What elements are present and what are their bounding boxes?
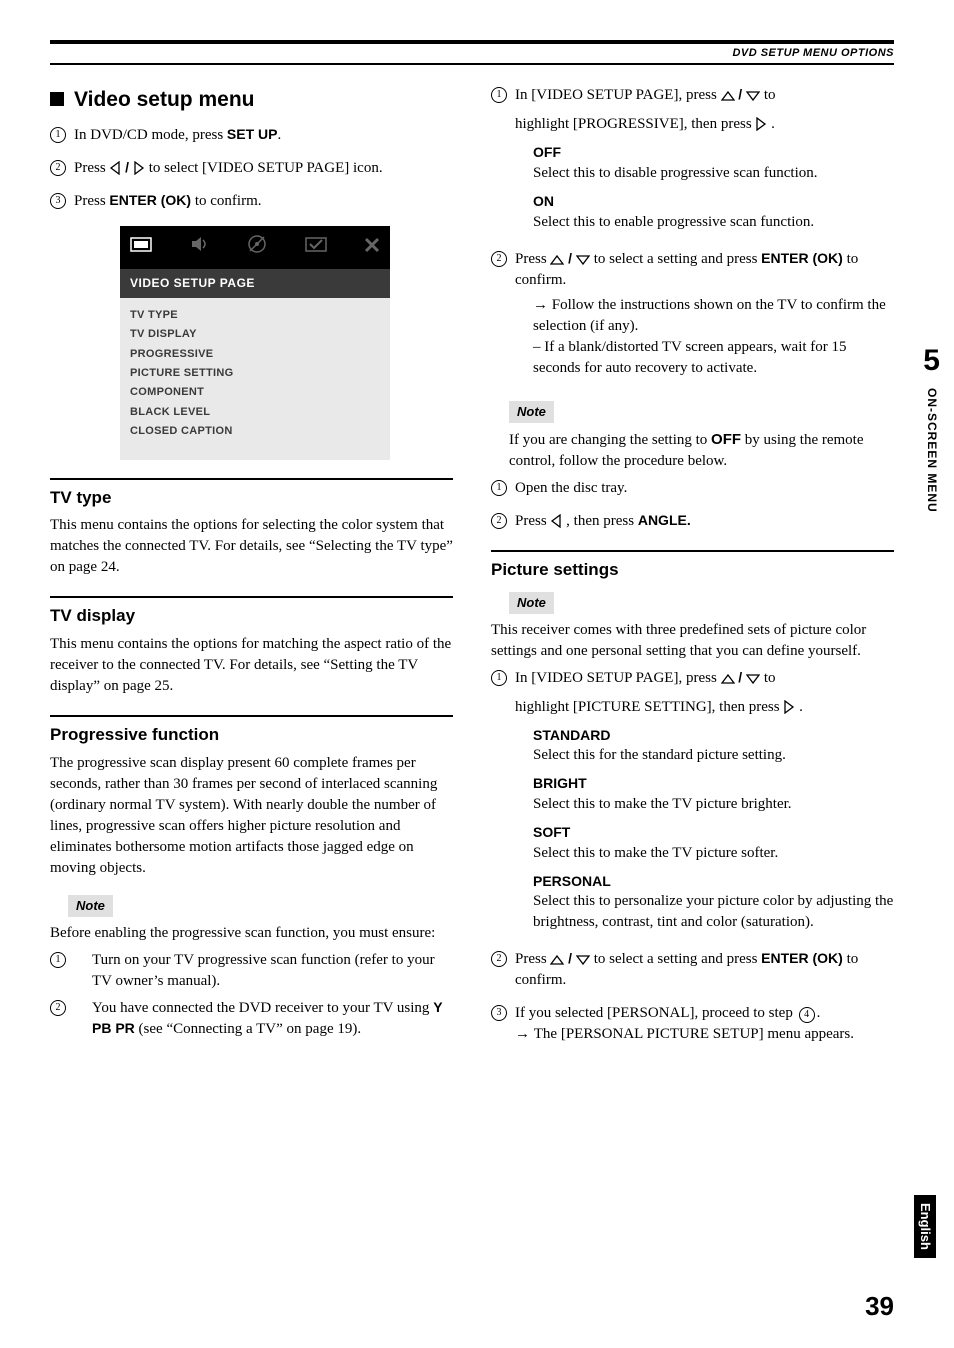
note-label: Note: [68, 895, 113, 917]
step-number-icon: 1: [50, 952, 66, 968]
main-heading: Video setup menu: [50, 85, 453, 114]
osd-menu-item: TV DISPLAY: [130, 325, 380, 344]
chapter-tab: 5 ON-SCREEN MENU: [923, 340, 940, 513]
square-bullet-icon: [50, 92, 64, 106]
close-x-icon: [364, 235, 380, 260]
left-arrow-icon: [550, 514, 562, 528]
up-arrow-icon: [721, 673, 735, 685]
step-3: 3 Press ENTER (OK) to confirm.: [50, 191, 453, 212]
pic-step-2: 2 Press / to select a setting and press …: [491, 949, 894, 991]
manual-page: DVD SETUP MENU OPTIONS Video setup menu …: [0, 0, 954, 1348]
osd-menu-item: PROGRESSIVE: [130, 345, 380, 364]
osd-menu-illustration: VIDEO SETUP PAGE TV TYPE TV DISPLAY PROG…: [120, 226, 390, 460]
tvdisplay-body: This menu contains the options for match…: [50, 634, 453, 697]
progressive-ensure: Before enabling the progressive scan fun…: [50, 923, 453, 944]
speaker-icon: [190, 235, 210, 260]
step-number-icon: 2: [491, 513, 507, 529]
note-body: If you are changing the setting to OFF b…: [509, 429, 894, 472]
osd-menu-item: CLOSED CAPTION: [130, 422, 380, 441]
left-column: Video setup menu 1 In DVD/CD mode, press…: [50, 85, 453, 1057]
step-number-icon: 3: [491, 1005, 507, 1021]
note-step-1: 1 Open the disc tray.: [491, 478, 894, 499]
pic-step-3: 3 If you selected [PERSONAL], proceed to…: [491, 1003, 894, 1045]
ensure-item-2: 2 You have connected the DVD receiver to…: [50, 998, 453, 1040]
option-on: ON: [533, 192, 818, 212]
note-label: Note: [509, 401, 554, 423]
prog-step-2: 2 Press / to select a setting and press …: [491, 249, 894, 379]
option-off: OFF: [533, 143, 818, 163]
language-tab: English: [914, 1195, 936, 1258]
up-arrow-icon: [721, 90, 735, 102]
osd-menu-list: TV TYPE TV DISPLAY PROGRESSIVE PICTURE S…: [120, 298, 390, 460]
page-number: 39: [865, 1288, 894, 1324]
checkbox-icon: [305, 235, 327, 260]
arrow-right-icon: [515, 1026, 534, 1042]
tvtype-heading: TV type: [50, 486, 453, 510]
option-soft: SOFT: [533, 823, 894, 843]
down-arrow-icon: [576, 954, 590, 966]
osd-menu-item: BLACK LEVEL: [130, 403, 380, 422]
picture-intro: This receiver comes with three predefine…: [491, 620, 894, 662]
osd-menu-item: PICTURE SETTING: [130, 364, 380, 383]
step-2: 2 Press / to select [VIDEO SETUP PAGE] i…: [50, 158, 453, 179]
step-number-icon: 3: [50, 193, 66, 209]
step-number-icon: 1: [50, 127, 66, 143]
right-arrow-icon: [133, 161, 145, 175]
pic-step-1: 1 In [VIDEO SETUP PAGE], press / to high…: [491, 668, 894, 937]
left-arrow-icon: [109, 161, 121, 175]
chapter-number: 5: [923, 340, 940, 382]
step-number-icon: 2: [491, 951, 507, 967]
up-arrow-icon: [550, 254, 564, 266]
option-personal: PERSONAL: [533, 872, 894, 892]
tvdisplay-heading: TV display: [50, 604, 453, 628]
right-arrow-icon: [755, 117, 767, 131]
option-bright: BRIGHT: [533, 774, 894, 794]
tv-icon: [130, 235, 152, 260]
down-arrow-icon: [746, 673, 760, 685]
tvtype-body: This menu contains the options for selec…: [50, 515, 453, 578]
osd-menu-item: COMPONENT: [130, 383, 380, 402]
down-arrow-icon: [746, 90, 760, 102]
note-label: Note: [509, 592, 554, 614]
right-column: 1 In [VIDEO SETUP PAGE], press / to high…: [491, 85, 894, 1057]
option-standard: STANDARD: [533, 726, 894, 746]
step-number-icon: 2: [491, 251, 507, 267]
header-section-label: DVD SETUP MENU OPTIONS: [50, 46, 894, 61]
picture-settings-heading: Picture settings: [491, 558, 894, 582]
osd-menu-item: TV TYPE: [130, 306, 380, 325]
right-arrow-icon: [783, 700, 795, 714]
main-heading-text: Video setup menu: [74, 88, 254, 111]
down-arrow-icon: [576, 254, 590, 266]
step-ref-icon: 4: [799, 1007, 815, 1023]
step-number-icon: 1: [491, 87, 507, 103]
arrow-right-icon: [533, 297, 552, 313]
step-1: 1 In DVD/CD mode, press SET UP.: [50, 125, 453, 146]
page-header: DVD SETUP MENU OPTIONS: [50, 40, 894, 65]
step-number-icon: 1: [491, 480, 507, 496]
disc-icon: [247, 234, 267, 261]
up-arrow-icon: [550, 954, 564, 966]
step-number-icon: 1: [491, 670, 507, 686]
osd-menu-title: VIDEO SETUP PAGE: [120, 269, 390, 298]
chapter-title: ON-SCREEN MENU: [923, 388, 940, 513]
prog-step-1: 1 In [VIDEO SETUP PAGE], press / to high…: [491, 85, 894, 236]
step-number-icon: 2: [50, 160, 66, 176]
ensure-item-1: 1 Turn on your TV progressive scan funct…: [50, 950, 453, 992]
step-number-icon: 2: [50, 1000, 66, 1016]
note-step-2: 2 Press , then press ANGLE.: [491, 511, 894, 532]
progressive-body: The progressive scan display present 60 …: [50, 753, 453, 879]
progressive-heading: Progressive function: [50, 723, 453, 747]
